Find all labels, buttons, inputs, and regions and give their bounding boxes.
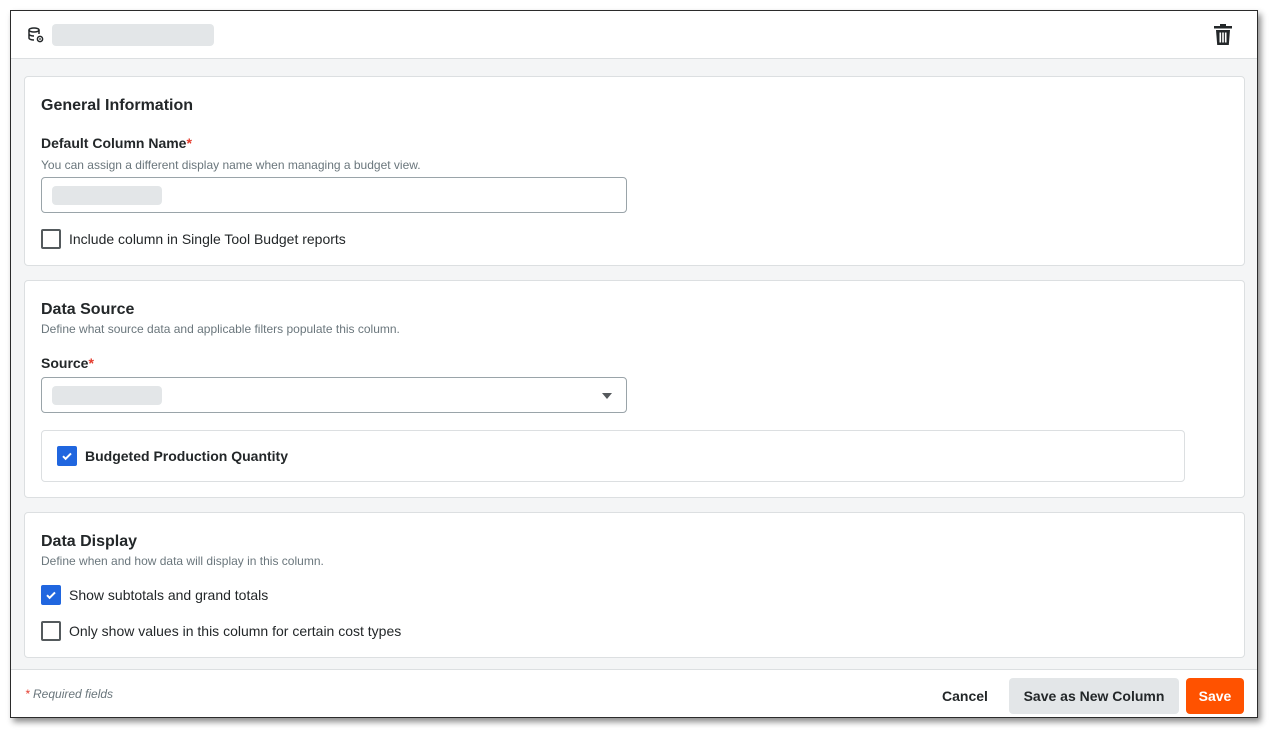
default-column-name-label: Default Column Name* — [41, 135, 192, 151]
save-as-new-column-button[interactable]: Save as New Column — [1009, 678, 1179, 714]
include-single-tool-budget-checkbox-row[interactable]: Include column in Single Tool Budget rep… — [41, 229, 346, 249]
panel-footer: * Required fields Cancel Save as New Col… — [11, 669, 1257, 717]
source-select[interactable] — [41, 377, 627, 413]
general-information-card: General Information Default Column Name*… — [24, 76, 1245, 266]
check-icon — [46, 591, 56, 600]
section-heading: Data Display — [41, 533, 138, 550]
required-asterisk: * — [186, 135, 192, 151]
input-value-placeholder — [52, 186, 162, 205]
cancel-button[interactable]: Cancel — [929, 678, 1001, 714]
default-column-name-input[interactable] — [41, 177, 627, 213]
show-subtotals-checkbox[interactable] — [41, 585, 61, 605]
section-heading: Data Source — [41, 301, 135, 318]
budgeted-production-quantity-label: Budgeted Production Quantity — [85, 448, 288, 464]
default-column-name-hint: You can assign a different display name … — [41, 158, 421, 172]
required-asterisk: * — [88, 355, 94, 371]
certain-cost-types-row[interactable]: Only show values in this column for cert… — [41, 621, 401, 641]
budgeted-production-quantity-checkbox[interactable] — [57, 446, 77, 466]
section-heading: General Information — [41, 97, 194, 114]
panel-header — [11, 11, 1257, 59]
source-options-box: Budgeted Production Quantity — [41, 430, 1185, 482]
include-single-tool-budget-label: Include column in Single Tool Budget rep… — [69, 231, 346, 247]
chevron-down-icon[interactable] — [602, 393, 612, 399]
section-description: Define when and how data will display in… — [41, 554, 324, 568]
show-subtotals-label: Show subtotals and grand totals — [69, 587, 269, 603]
required-fields-note: * Required fields — [25, 687, 114, 701]
data-display-card: Data Display Define when and how data wi… — [24, 512, 1245, 658]
certain-cost-types-checkbox[interactable] — [41, 621, 61, 641]
section-description: Define what source data and applicable f… — [41, 322, 400, 336]
include-single-tool-budget-checkbox[interactable] — [41, 229, 61, 249]
source-label: Source* — [41, 355, 94, 371]
database-settings-icon — [28, 27, 44, 43]
trash-icon[interactable] — [1211, 23, 1235, 47]
data-source-card: Data Source Define what source data and … — [24, 280, 1245, 498]
column-title-placeholder — [52, 24, 214, 46]
select-value-placeholder — [52, 386, 162, 405]
save-button[interactable]: Save — [1186, 678, 1244, 714]
show-subtotals-row[interactable]: Show subtotals and grand totals — [41, 585, 268, 605]
check-icon — [62, 452, 72, 461]
budgeted-production-quantity-row[interactable]: Budgeted Production Quantity — [57, 446, 288, 466]
column-editor-panel: General Information Default Column Name*… — [10, 10, 1258, 718]
certain-cost-types-label: Only show values in this column for cert… — [69, 623, 402, 639]
